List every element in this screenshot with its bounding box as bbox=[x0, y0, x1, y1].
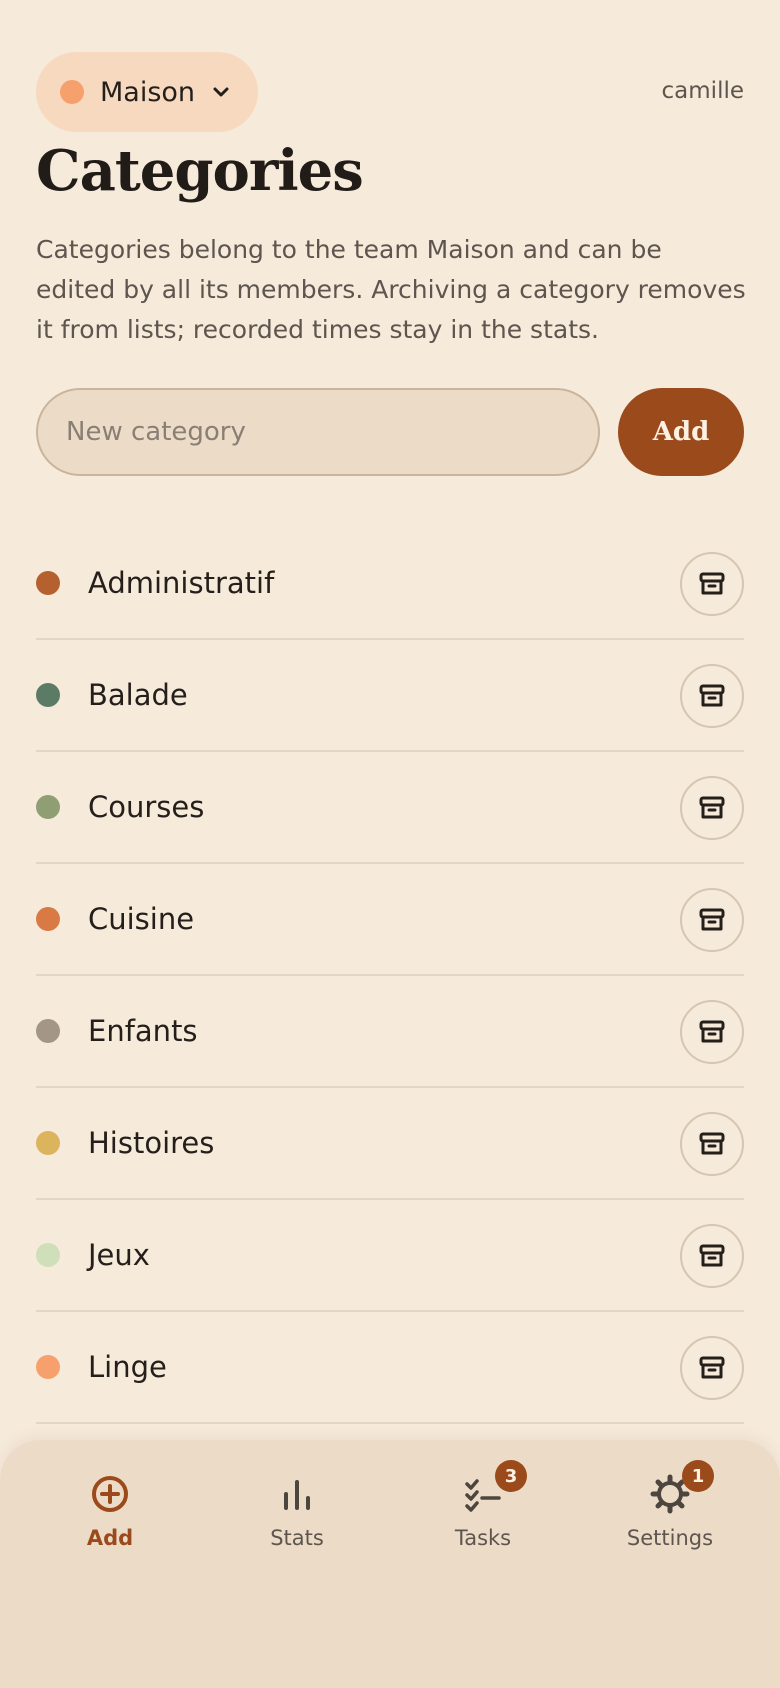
top-bar: Maison camille bbox=[36, 52, 744, 132]
category-label: Enfants bbox=[88, 1014, 198, 1048]
archive-button[interactable] bbox=[680, 552, 744, 616]
tab-settings[interactable]: 1 Settings bbox=[590, 1460, 750, 1572]
tab-tasks[interactable]: 3 Tasks bbox=[403, 1460, 563, 1572]
new-category-input[interactable] bbox=[36, 388, 600, 476]
archive-icon bbox=[699, 1132, 725, 1155]
category-color-dot bbox=[36, 1355, 60, 1379]
category-label: Courses bbox=[88, 790, 205, 824]
category-color-dot bbox=[36, 683, 60, 707]
archive-button[interactable] bbox=[680, 664, 744, 728]
category-color-dot bbox=[36, 1019, 60, 1043]
archive-button[interactable] bbox=[680, 1112, 744, 1176]
category-color-dot bbox=[36, 907, 60, 931]
category-row: Cuisine bbox=[36, 864, 744, 976]
archive-icon bbox=[699, 908, 725, 931]
team-name: Maison bbox=[100, 76, 196, 108]
archive-button[interactable] bbox=[680, 1000, 744, 1064]
chevron-down-icon bbox=[211, 82, 231, 102]
username[interactable]: camille bbox=[662, 78, 744, 104]
tab-add[interactable]: Add bbox=[30, 1472, 190, 1572]
category-list: Administratif Balade Courses Cuisine Enf… bbox=[36, 528, 744, 1424]
category-color-dot bbox=[36, 1131, 60, 1155]
category-color-dot bbox=[36, 1243, 60, 1267]
category-row: Enfants bbox=[36, 976, 744, 1088]
category-row: Histoires bbox=[36, 1088, 744, 1200]
category-row: Linge bbox=[36, 1312, 744, 1424]
category-label: Balade bbox=[88, 678, 188, 712]
archive-icon bbox=[699, 1020, 725, 1043]
archive-icon bbox=[699, 572, 725, 595]
archive-icon bbox=[699, 684, 725, 707]
archive-button[interactable] bbox=[680, 1224, 744, 1288]
category-label: Cuisine bbox=[88, 902, 195, 936]
bar-chart-icon bbox=[275, 1472, 319, 1516]
archive-icon bbox=[699, 1244, 725, 1267]
category-label: Histoires bbox=[88, 1126, 215, 1160]
gear-icon: 1 bbox=[648, 1460, 714, 1516]
category-row: Balade bbox=[36, 640, 744, 752]
team-selector[interactable]: Maison bbox=[36, 52, 258, 132]
checklist-icon: 3 bbox=[461, 1460, 527, 1516]
category-color-dot bbox=[36, 795, 60, 819]
plus-circle-icon bbox=[88, 1472, 132, 1516]
archive-button[interactable] bbox=[680, 888, 744, 952]
tab-stats[interactable]: Stats bbox=[217, 1472, 377, 1572]
tab-label: Tasks bbox=[454, 1526, 512, 1550]
settings-badge: 1 bbox=[682, 1460, 714, 1492]
category-row: Jeux bbox=[36, 1200, 744, 1312]
page-title: Categories bbox=[36, 138, 364, 204]
category-label: Jeux bbox=[88, 1238, 150, 1272]
category-label: Linge bbox=[88, 1350, 167, 1384]
category-row: Administratif bbox=[36, 528, 744, 640]
team-color-dot bbox=[60, 80, 84, 104]
category-color-dot bbox=[36, 571, 60, 595]
tab-label: Stats bbox=[270, 1526, 324, 1550]
archive-button[interactable] bbox=[680, 776, 744, 840]
tasks-badge: 3 bbox=[495, 1460, 527, 1492]
archive-icon bbox=[699, 1356, 725, 1379]
tab-label: Add bbox=[86, 1526, 134, 1550]
archive-icon bbox=[699, 796, 725, 819]
tab-label: Settings bbox=[626, 1526, 714, 1550]
category-label: Administratif bbox=[88, 566, 275, 600]
page-description: Categories belong to the team Maison and… bbox=[36, 235, 746, 344]
category-row: Courses bbox=[36, 752, 744, 864]
bottom-tab-bar: Add Stats 3 Tasks 1 Settings bbox=[0, 1440, 780, 1688]
archive-button[interactable] bbox=[680, 1336, 744, 1400]
add-category-button[interactable]: Add bbox=[618, 388, 744, 476]
